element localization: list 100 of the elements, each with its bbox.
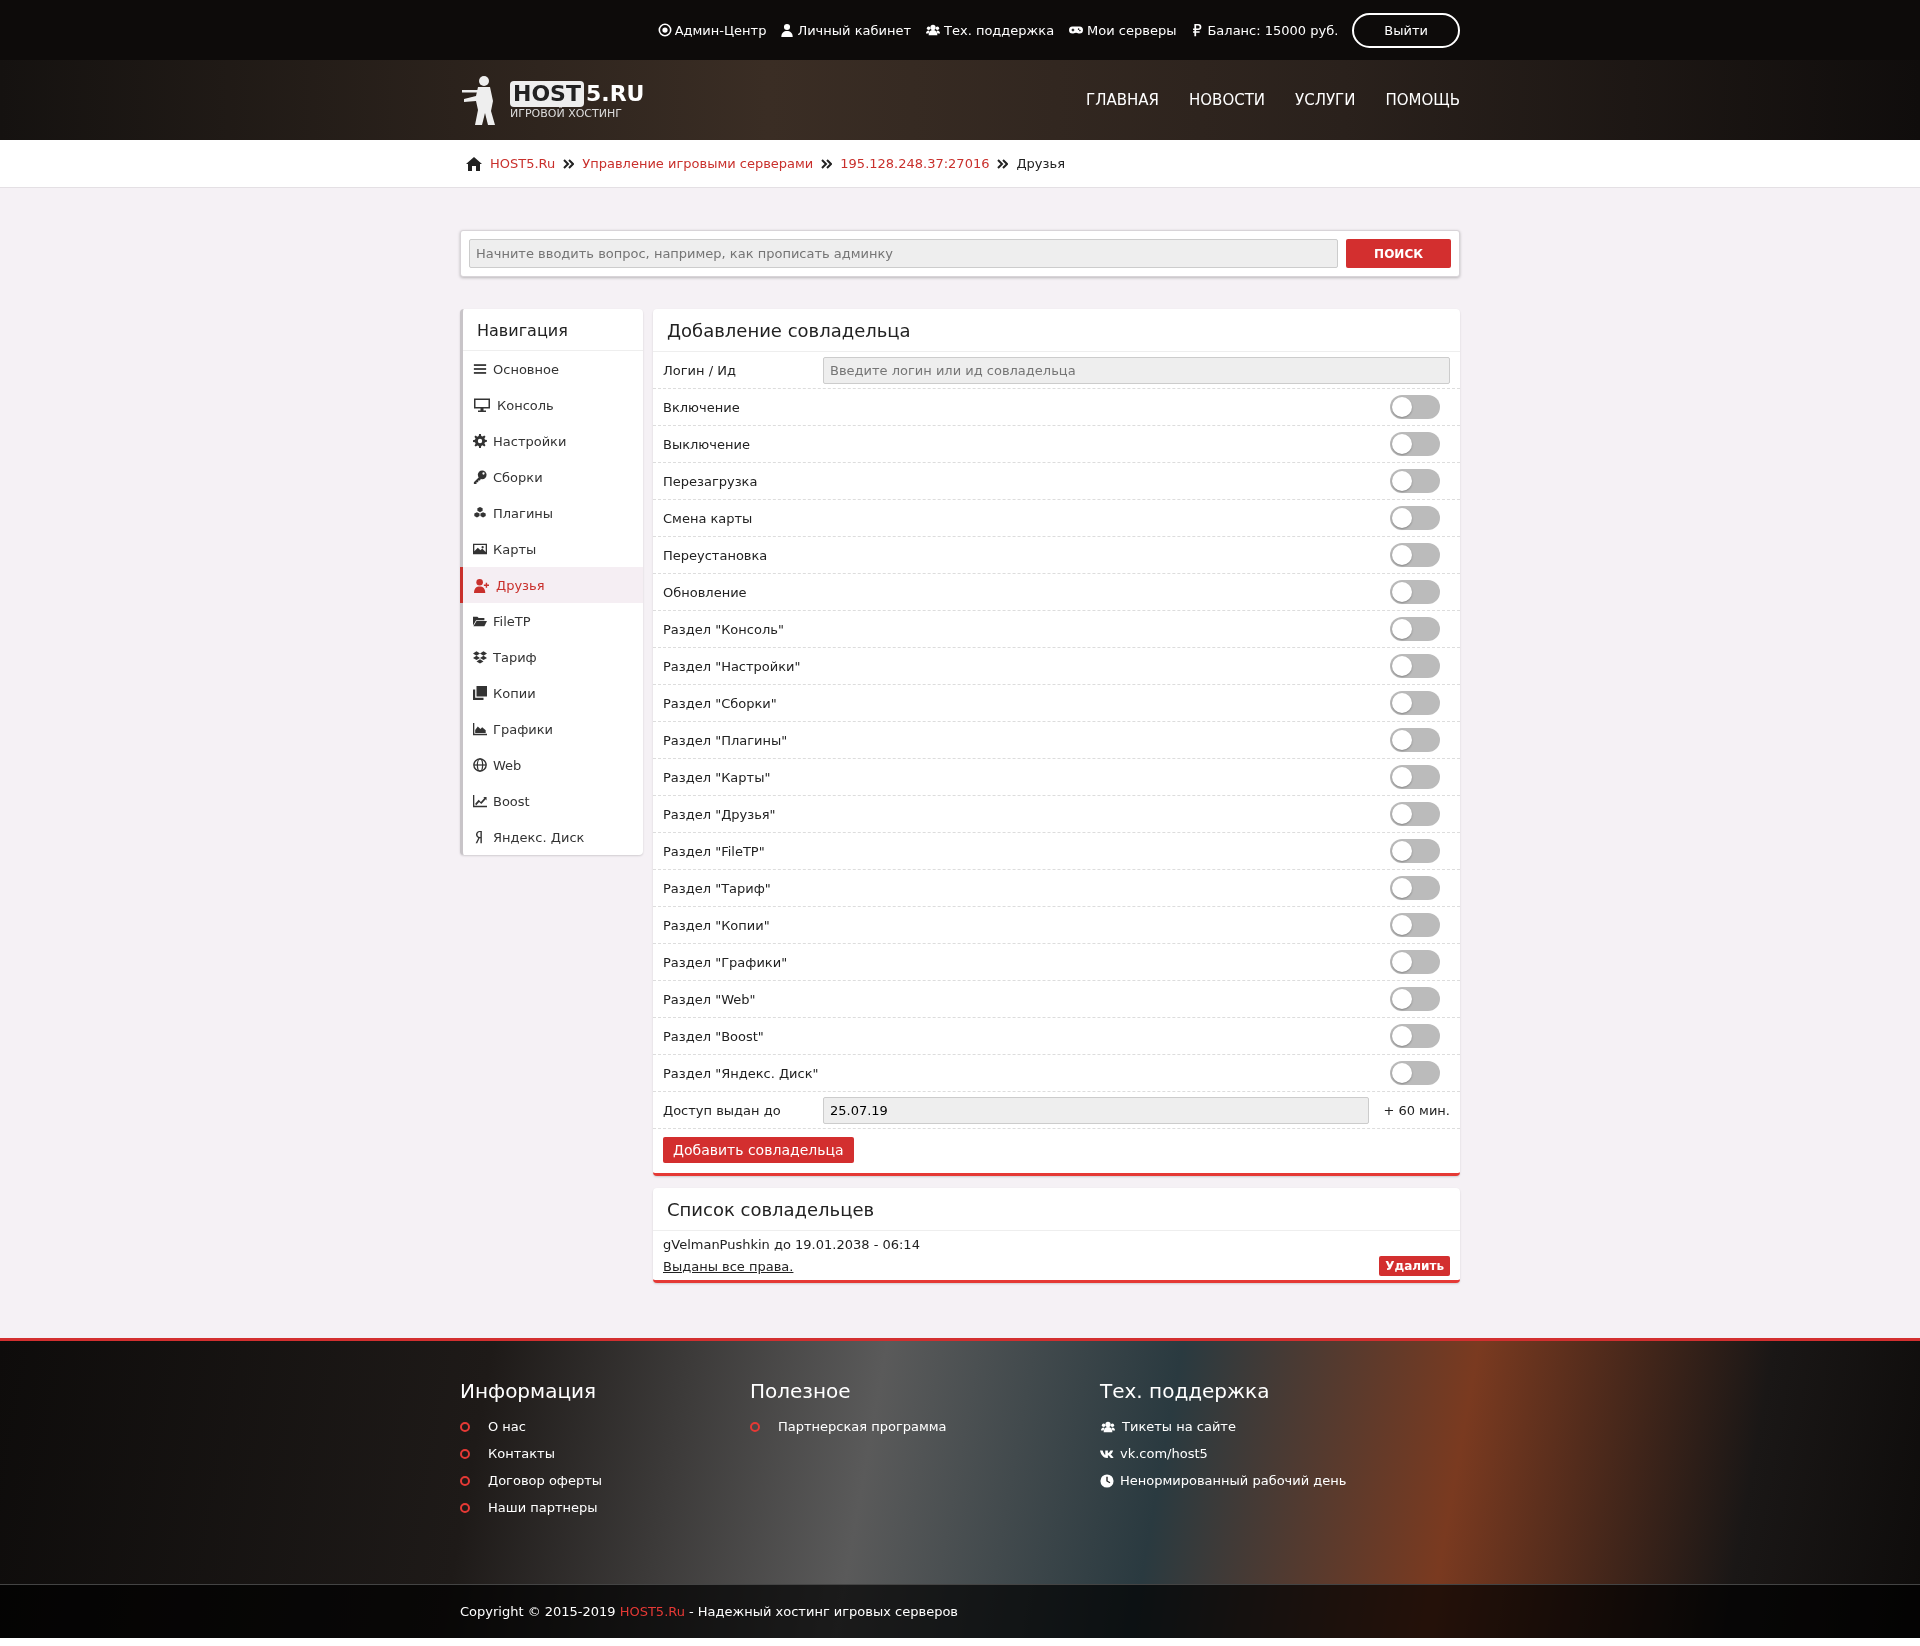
sidebar-item[interactable]: Настройки (460, 423, 643, 459)
toggle-switch[interactable] (1390, 1061, 1440, 1085)
footer-heading: Информация (460, 1379, 598, 1403)
copyright-text: - Надежный хостинг игровых серверов (688, 1604, 958, 1619)
toggle-switch[interactable] (1390, 654, 1440, 678)
area-chart-icon (473, 722, 487, 736)
user-plus-icon (473, 577, 490, 593)
toggle-switch[interactable] (1390, 839, 1440, 863)
settings-icon (473, 434, 487, 448)
sidebar-item[interactable]: Яндекс. Диск (460, 819, 643, 855)
sidebar-item[interactable]: Консоль (460, 387, 643, 423)
footer-link[interactable]: О нас (460, 1419, 750, 1434)
extend-link[interactable]: + 60 мин. (1379, 1102, 1450, 1118)
breadcrumb-link[interactable]: Друзья (1016, 156, 1065, 171)
breadcrumb-link[interactable]: Управление игровыми серверами (582, 156, 814, 171)
permission-label: Выключение (663, 436, 750, 452)
toggle-switch[interactable] (1390, 469, 1440, 493)
toggle-switch[interactable] (1390, 765, 1440, 789)
nav-link[interactable]: УСЛУГИ (1295, 91, 1356, 109)
toggle-switch[interactable] (1390, 950, 1440, 974)
toggle-switch[interactable] (1390, 987, 1440, 1011)
menu-icon (473, 362, 487, 376)
copies-icon (473, 686, 487, 700)
date-field[interactable]: 25.07.19 (823, 1096, 1370, 1124)
toggle-switch[interactable] (1390, 580, 1440, 604)
permission-label: Раздел "Консоль" (663, 621, 784, 637)
footer-heading: Тех. поддержка (1100, 1379, 1271, 1403)
permission-label: Перезагрузка (663, 473, 758, 489)
sidebar-item[interactable]: Основное (460, 351, 643, 387)
footer-link[interactable]: Договор оферты (460, 1473, 750, 1488)
sidebar-item[interactable]: Boost (460, 783, 643, 819)
field-label: Доступ выдан до (663, 1102, 782, 1118)
sidebar-item[interactable]: FileTP (460, 603, 643, 639)
field-label: Логин / Ид (663, 362, 737, 378)
permission-label: Обновление (663, 584, 747, 600)
sidebar-title: Навигация (463, 309, 643, 351)
toggle-switch[interactable] (1390, 691, 1440, 715)
sidebar-item[interactable]: Друзья (460, 567, 643, 603)
top-bar-link[interactable]: Баланс: 15000 руб. (1190, 22, 1339, 38)
cubes-icon (473, 506, 487, 520)
permission-label: Включение (663, 399, 740, 415)
toggle-switch[interactable] (1390, 802, 1440, 826)
permission-label: Раздел "Плагины" (663, 732, 788, 748)
toggle-switch[interactable] (1390, 617, 1440, 641)
login-field[interactable]: Введите логин или ид совладельца (823, 356, 1450, 384)
search-button[interactable]: ПОИСК (1346, 239, 1451, 268)
toggle-switch[interactable] (1390, 728, 1440, 752)
delete-button[interactable]: Удалить (1379, 1256, 1450, 1276)
toggle-switch[interactable] (1390, 913, 1440, 937)
nav-link[interactable]: ГЛАВНАЯ (1086, 91, 1159, 109)
logout-button[interactable]: Выйти (1352, 12, 1460, 48)
footer-link[interactable]: Наши партнеры (460, 1500, 750, 1515)
search-field[interactable]: Начните вводить вопрос, например, как прописать админку (469, 239, 1339, 268)
permission-label: Переустановка (663, 547, 768, 563)
toggle-switch[interactable] (1390, 506, 1440, 530)
add-owner-button[interactable]: Добавить совладельца (663, 1137, 854, 1163)
toggle-switch[interactable] (1390, 395, 1440, 419)
globe-icon (473, 758, 487, 772)
permission-label: Раздел "FileTP" (663, 843, 765, 859)
permission-label: Раздел "Сборки" (663, 695, 777, 711)
boxes-icon (473, 650, 487, 664)
owner-entry: gVelmanPushkin до 19.01.2038 - 06:14 (663, 1237, 921, 1252)
permission-label: Раздел "Web" (663, 991, 756, 1007)
toggle-switch[interactable] (1390, 543, 1440, 567)
top-bar-link[interactable]: Личный кабинет (780, 22, 911, 38)
footer-link[interactable]: Партнерская программа (750, 1419, 1100, 1434)
brand-link[interactable]: HOST5.Ru (619, 1604, 685, 1619)
double-chevron-icon (563, 158, 575, 169)
toggle-switch[interactable] (1390, 432, 1440, 456)
sidebar-item[interactable]: Плагины (460, 495, 643, 531)
footer-link[interactable]: Тикеты на сайте (1100, 1419, 1347, 1434)
line-chart-icon (473, 794, 487, 808)
sidebar-item[interactable]: Тариф (460, 639, 643, 675)
top-bar-link[interactable]: Админ-Центр (657, 22, 767, 38)
permission-label: Смена карты (663, 510, 753, 526)
double-chevron-icon (997, 158, 1009, 169)
sidebar-item[interactable]: Копии (460, 675, 643, 711)
top-bar-link[interactable]: Тех. поддержка (925, 22, 1055, 38)
footer-link[interactable]: Контакты (460, 1446, 750, 1461)
breadcrumb-link[interactable]: HOST5.Ru (490, 156, 556, 171)
footer-link[interactable]: Ненормированный рабочий день (1100, 1473, 1347, 1488)
sidebar-item[interactable]: Web (460, 747, 643, 783)
user-icon (780, 23, 795, 37)
rights-link[interactable]: Выданы все права. (663, 1258, 794, 1274)
logo-text: 5.RU (585, 81, 645, 106)
sidebar-item[interactable]: Графики (460, 711, 643, 747)
toggle-switch[interactable] (1390, 876, 1440, 900)
breadcrumb-link[interactable]: 195.128.248.37:27016 (840, 156, 990, 171)
clock-icon (1100, 1473, 1114, 1488)
footer-link[interactable]: vk.com/host5 (1100, 1446, 1347, 1461)
home-icon[interactable] (466, 156, 482, 171)
sidebar-item[interactable]: Карты (460, 531, 643, 567)
top-bar-link[interactable]: Мои серверы (1068, 22, 1177, 38)
permission-label: Раздел "Карты" (663, 769, 771, 785)
toggle-switch[interactable] (1390, 1024, 1440, 1048)
monitor-icon (473, 397, 491, 413)
nav-link[interactable]: НОВОСТИ (1189, 91, 1266, 109)
footer-heading: Полезное (750, 1379, 852, 1403)
nav-link[interactable]: ПОМОЩЬ (1385, 91, 1460, 109)
sidebar-item[interactable]: Сборки (460, 459, 643, 495)
